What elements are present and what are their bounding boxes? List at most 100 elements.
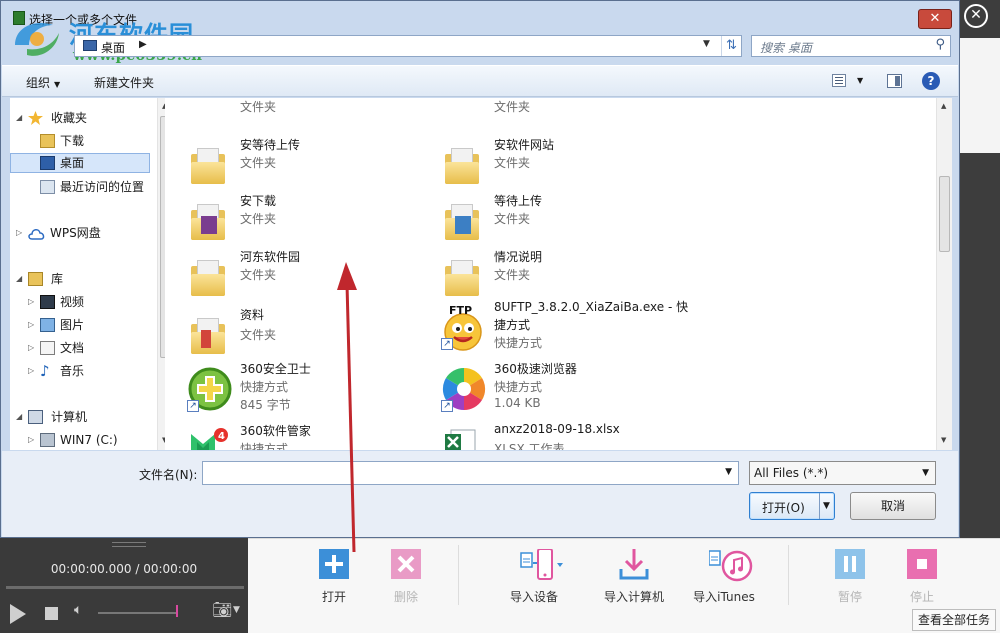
new-folder-button[interactable]: 新建文件夹 <box>94 74 154 91</box>
folder-icon <box>187 198 227 244</box>
shortcut-arrow-icon: ↗ <box>441 400 453 412</box>
import-device-icon <box>519 548 563 580</box>
import-itunes-tool-button[interactable]: 导入iTunes <box>684 549 764 605</box>
360-safe-icon: ↗ <box>187 366 232 412</box>
collapsed-arrow-icon[interactable]: ▷ <box>28 361 34 381</box>
collapsed-arrow-icon[interactable]: ▷ <box>16 223 22 243</box>
file-type-filter-select[interactable]: All Files (*.*) ▼ <box>749 461 936 485</box>
file-size: 845 字节 <box>240 398 291 412</box>
expanded-arrow-icon[interactable]: ◢ <box>16 269 22 289</box>
address-bar[interactable]: 桌面 ▶ ▼ ⇅ <box>74 35 742 57</box>
cancel-button[interactable]: 取消 <box>850 492 936 520</box>
nav-item-libraries[interactable]: ◢ 库 <box>10 269 150 289</box>
pause-tool-button[interactable]: 暂停 <box>810 549 890 605</box>
file-open-dialog: 选择一个或多个文件 ✕ 河东软件园 www.pc0359.cn 桌面 ▶ ▼ ⇅… <box>0 0 960 538</box>
organize-button[interactable]: 组织 ▼ <box>26 74 60 91</box>
nav-item-documents[interactable]: ▷ 文档 <box>10 338 150 358</box>
import-itunes-tool-label: 导入iTunes <box>693 590 755 604</box>
folder-icon <box>187 142 227 188</box>
file-item[interactable]: 等待上传 文件夹 <box>419 192 659 248</box>
shortcut-arrow-icon: ↗ <box>441 338 453 350</box>
nav-label: 收藏夹 <box>51 111 88 125</box>
search-icon[interactable]: ⚲ <box>935 37 945 52</box>
play-icon[interactable] <box>10 604 26 624</box>
video-library-icon <box>40 295 55 309</box>
file-item[interactable]: anxz2018-09-18.xlsx XLSX 工作表 <box>419 422 659 450</box>
nav-item-downloads[interactable]: 下载 <box>10 131 150 151</box>
open-tool-label: 打开 <box>321 590 346 604</box>
view-all-tasks-button[interactable]: 查看全部任务 <box>912 609 996 631</box>
view-dropdown-icon[interactable]: ▼ <box>857 76 863 85</box>
camera-icon[interactable]: 📷︎ <box>212 600 232 619</box>
dialog-close-button[interactable]: ✕ <box>918 9 952 29</box>
import-computer-icon <box>619 549 649 580</box>
file-type: 快捷方式 <box>240 380 289 394</box>
nav-item-favorites[interactable]: ◢ 收藏夹 <box>10 108 150 128</box>
collapsed-arrow-icon[interactable]: ▷ <box>28 292 34 312</box>
address-history-dropdown-icon[interactable]: ▼ <box>703 39 710 49</box>
file-name: 资料 <box>240 308 265 322</box>
nav-label: 视频 <box>60 295 85 309</box>
scroll-down-icon[interactable]: ▼ <box>941 436 946 444</box>
import-device-tool-button[interactable]: 导入设备 <box>494 548 574 605</box>
nav-label: 计算机 <box>51 410 88 424</box>
import-computer-tool-button[interactable]: 导入计算机 <box>594 549 674 605</box>
file-name-line2: 捷方式 <box>494 318 531 332</box>
file-item[interactable]: FTP ↗ 8UFTP_3.8.2.0_XiaZaiBa.exe - 快 捷方式… <box>419 298 688 354</box>
collapsed-arrow-icon[interactable]: ▷ <box>28 315 34 335</box>
nav-item-videos[interactable]: ▷ 视频 <box>10 292 150 312</box>
nav-item-wps-cloud[interactable]: ▷ WPS网盘 <box>10 223 150 243</box>
file-list-scrollbar-thumb[interactable] <box>939 176 950 252</box>
file-item[interactable]: ↗ 360极速浏览器 快捷方式 1.04 KB <box>419 360 659 416</box>
volume-slider-knob[interactable] <box>176 605 178 617</box>
file-type: 快捷方式 <box>494 380 543 394</box>
player-progress-bar[interactable] <box>6 586 244 589</box>
file-type: 文件夹 <box>494 100 531 114</box>
app-close-icon[interactable]: ✕ <box>964 4 988 28</box>
file-item[interactable]: 安等待上传 文件夹 <box>165 136 405 192</box>
cloud-icon <box>28 226 45 240</box>
file-name: 360安全卫士 <box>240 362 311 376</box>
open-button[interactable]: 打开(O) ▼ <box>749 492 835 520</box>
player-resize-grip[interactable] <box>112 542 146 547</box>
toolbar-divider <box>458 545 459 605</box>
file-item[interactable]: 安软件网站 文件夹 <box>419 136 659 192</box>
camera-dropdown-icon[interactable]: ▼ <box>233 605 240 615</box>
expanded-arrow-icon[interactable]: ◢ <box>16 108 22 128</box>
address-location[interactable]: 桌面 <box>101 39 125 56</box>
file-item[interactable]: 安下载 文件夹 <box>165 192 405 248</box>
volume-icon[interactable]: 🔈︎ <box>74 602 82 618</box>
nav-item-computer[interactable]: ◢ 计算机 <box>10 407 150 427</box>
nav-item-music[interactable]: ▷ ♪ 音乐 <box>10 361 150 381</box>
change-view-icon[interactable] <box>832 74 846 87</box>
delete-tool-button[interactable]: 删除 <box>366 549 446 605</box>
nav-item-pictures[interactable]: ▷ 图片 <box>10 315 150 335</box>
file-list-scrollbar[interactable]: ▲ ▼ <box>936 98 952 450</box>
search-input[interactable]: 搜索 桌面 ⚲ <box>751 35 951 57</box>
folder-icon <box>187 312 227 358</box>
help-icon[interactable]: ? <box>922 72 940 90</box>
chevron-down-icon[interactable]: ▼ <box>922 468 929 478</box>
file-type: 文件夹 <box>240 328 277 342</box>
nav-item-drive-c[interactable]: ▷ WIN7 (C:) <box>10 430 150 450</box>
stop-icon[interactable] <box>45 607 58 620</box>
expanded-arrow-icon[interactable]: ◢ <box>16 407 22 427</box>
open-button-label: 打开(O) <box>762 501 805 515</box>
refresh-icon[interactable]: ⇅ <box>721 36 741 56</box>
scroll-up-icon[interactable]: ▲ <box>941 102 946 110</box>
filename-history-dropdown-icon[interactable]: ▼ <box>725 467 732 477</box>
stop-tool-button[interactable]: 停止 <box>882 549 962 605</box>
volume-slider[interactable] <box>98 612 178 614</box>
file-name: 安软件网站 <box>494 138 555 152</box>
file-item[interactable]: 情况说明 文件夹 <box>419 248 659 304</box>
nav-item-desktop[interactable]: 桌面 <box>10 153 150 173</box>
collapsed-arrow-icon[interactable]: ▷ <box>28 338 34 358</box>
watermark-logo-icon <box>15 23 59 56</box>
nav-item-recent-places[interactable]: 最近访问的位置 <box>10 177 150 197</box>
open-options-dropdown-icon[interactable]: ▼ <box>823 501 830 511</box>
folder-icon <box>441 254 481 300</box>
breadcrumb-arrow-icon[interactable]: ▶ <box>139 39 147 50</box>
preview-pane-icon[interactable] <box>887 74 902 88</box>
filename-input[interactable]: ▼ <box>202 461 739 485</box>
collapsed-arrow-icon[interactable]: ▷ <box>28 430 34 450</box>
